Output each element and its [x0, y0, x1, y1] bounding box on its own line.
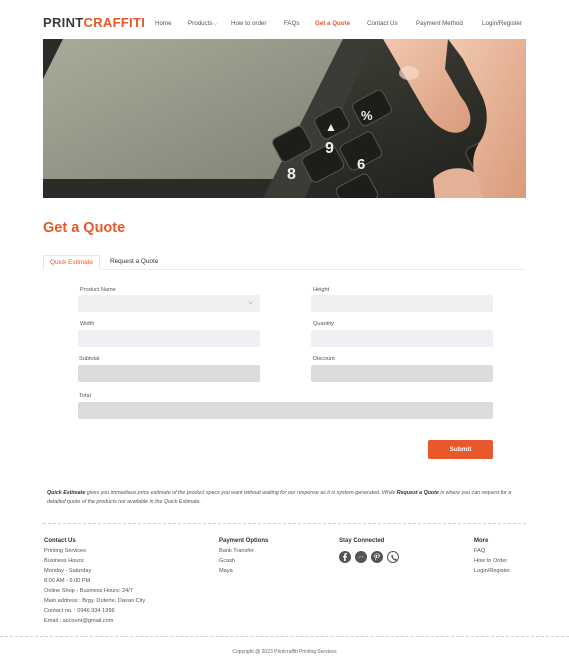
footer-link-gcash[interactable]: Gcash: [219, 556, 268, 566]
nav-payment-method[interactable]: Payment Method: [416, 19, 463, 28]
footer-contact: Contact Us Printing Services Business Ho…: [44, 538, 146, 624]
tab-request-a-quote[interactable]: Request a Quote: [104, 255, 164, 270]
quantity-label: Quantity: [313, 321, 334, 327]
nav-how-to-order[interactable]: How to order: [231, 19, 266, 28]
width-label: Width: [80, 321, 95, 327]
nav-faqs[interactable]: FAQs: [284, 19, 299, 28]
footer-stay-connected: Stay Connected: [339, 538, 385, 544]
facebook-icon[interactable]: [339, 551, 351, 563]
total-label: Total: [79, 393, 91, 399]
svg-text:9: 9: [325, 140, 334, 157]
footer-more: More FAQ How to Order Login/Register: [474, 538, 511, 576]
footer-divider: [0, 636, 569, 637]
discount-field: [311, 365, 493, 382]
footer-link-login-register[interactable]: Login/Register: [474, 566, 510, 576]
footer-link-faq[interactable]: FAQ: [474, 546, 510, 556]
page-title: Get a Quote: [43, 220, 126, 236]
brand-logo[interactable]: PRINTCRAFFITI: [43, 15, 145, 31]
submit-button[interactable]: Submit: [428, 440, 493, 459]
footer-link-how-to-order[interactable]: How to Order: [474, 556, 510, 566]
messenger-icon[interactable]: [355, 551, 367, 563]
nav-contact-us[interactable]: Contact Us: [367, 19, 398, 28]
pinterest-icon[interactable]: [371, 551, 383, 563]
nav-get-a-quote[interactable]: Get a Quote: [315, 19, 350, 28]
viber-icon[interactable]: [387, 551, 399, 563]
footer-payment-options: Payment Options Bank Transfer Gcash Maya: [219, 538, 269, 576]
hero-calculator-image: 9 8 6 % ▲ =: [43, 39, 526, 198]
footer-link-maya[interactable]: Maya: [219, 566, 268, 576]
subtotal-field: [78, 365, 260, 382]
chevron-down-icon: ⌵: [248, 300, 253, 306]
quote-tabs: Quick Estimate Request a Quote: [43, 255, 526, 270]
site-header: PRINTCRAFFITI Home Products⌵ How to orde…: [0, 0, 569, 40]
height-label: Height: [313, 287, 330, 293]
quote-info-note: Quick Estimate gives you immediace price…: [47, 490, 512, 505]
footer-link-bank-transfer[interactable]: Bank Transfer: [219, 546, 268, 556]
divider: [43, 523, 526, 524]
width-input[interactable]: [78, 330, 260, 347]
product-name-select[interactable]: ⌵: [78, 295, 260, 312]
nav-login-register[interactable]: Login/Register: [482, 19, 522, 28]
quantity-input[interactable]: [311, 330, 493, 347]
total-field: [78, 402, 493, 419]
svg-text:▲: ▲: [325, 120, 337, 134]
subtotal-label: Subtotal: [79, 356, 100, 362]
svg-text:8: 8: [287, 166, 296, 183]
product-name-label: Product Name: [80, 287, 116, 293]
height-input[interactable]: [311, 295, 493, 312]
chevron-down-icon: ⌵: [213, 21, 218, 27]
nav-products[interactable]: Products⌵: [188, 19, 217, 29]
nav-home[interactable]: Home: [155, 19, 172, 28]
svg-text:6: 6: [357, 156, 365, 173]
tab-quick-estimate[interactable]: Quick Estimate: [43, 255, 100, 270]
copyright-text: Copyright @ 2023 Printcraffiti Printing …: [232, 649, 337, 655]
svg-text:%: %: [361, 108, 373, 123]
discount-label: Discount: [313, 356, 335, 362]
